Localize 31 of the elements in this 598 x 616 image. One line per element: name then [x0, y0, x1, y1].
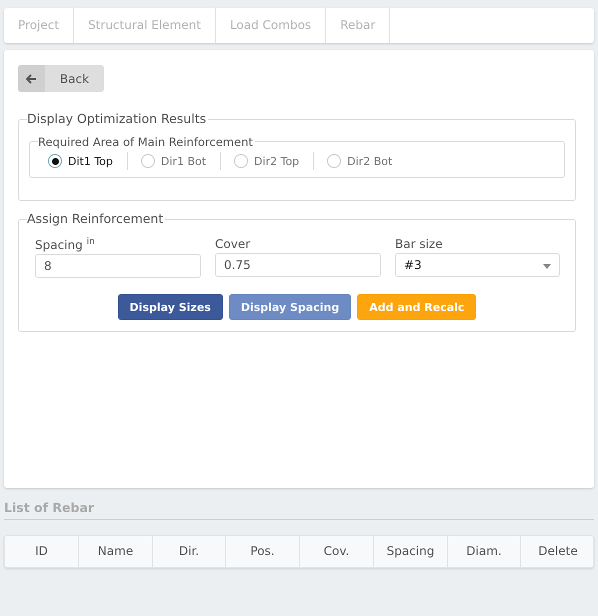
back-button[interactable]: Back [18, 65, 104, 92]
radio-option[interactable]: Dit1 Top [48, 152, 128, 170]
field-label: Spacing $^{in}$ [35, 237, 96, 252]
column-header: Diam. [448, 536, 521, 567]
radio-button[interactable] [327, 154, 342, 168]
input-field[interactable]: 0.75 [215, 253, 381, 277]
column-header: Name [79, 536, 153, 567]
fieldset-title: Display Optimization Results [27, 111, 208, 127]
action-button[interactable]: Display Sizes [118, 294, 223, 320]
fieldset-title: Required Area of Main Reinforcement [38, 134, 255, 150]
column-header: Spacing [374, 536, 448, 567]
bar-size-dropdown[interactable]: #3 [395, 253, 560, 277]
column-header: Cov. [300, 536, 374, 567]
field-label: Cover [215, 237, 252, 251]
section-title: List of Rebar [4, 500, 96, 515]
radio-button[interactable] [234, 154, 248, 168]
fieldset-title: Assign Reinforcement [27, 211, 166, 227]
column-header: Pos. [226, 536, 300, 567]
caret-icon [543, 264, 551, 269]
column-header: Delete [537, 543, 579, 560]
input-field[interactable]: 8 [35, 254, 201, 278]
action-button[interactable]: Display Spacing [228, 294, 352, 320]
field-label: Bar size [395, 237, 444, 251]
radio-option[interactable]: Dir1 Bot [140, 152, 222, 170]
radio-button[interactable] [48, 154, 62, 168]
radio-button[interactable] [140, 154, 155, 168]
arrow-left-icon [26, 74, 37, 84]
column-header: ID [5, 536, 79, 567]
column-header: Dir. [153, 536, 226, 567]
radio-option[interactable]: Dir2 Bot [327, 152, 406, 170]
radio-option[interactable]: Dir2 Top [234, 152, 314, 170]
